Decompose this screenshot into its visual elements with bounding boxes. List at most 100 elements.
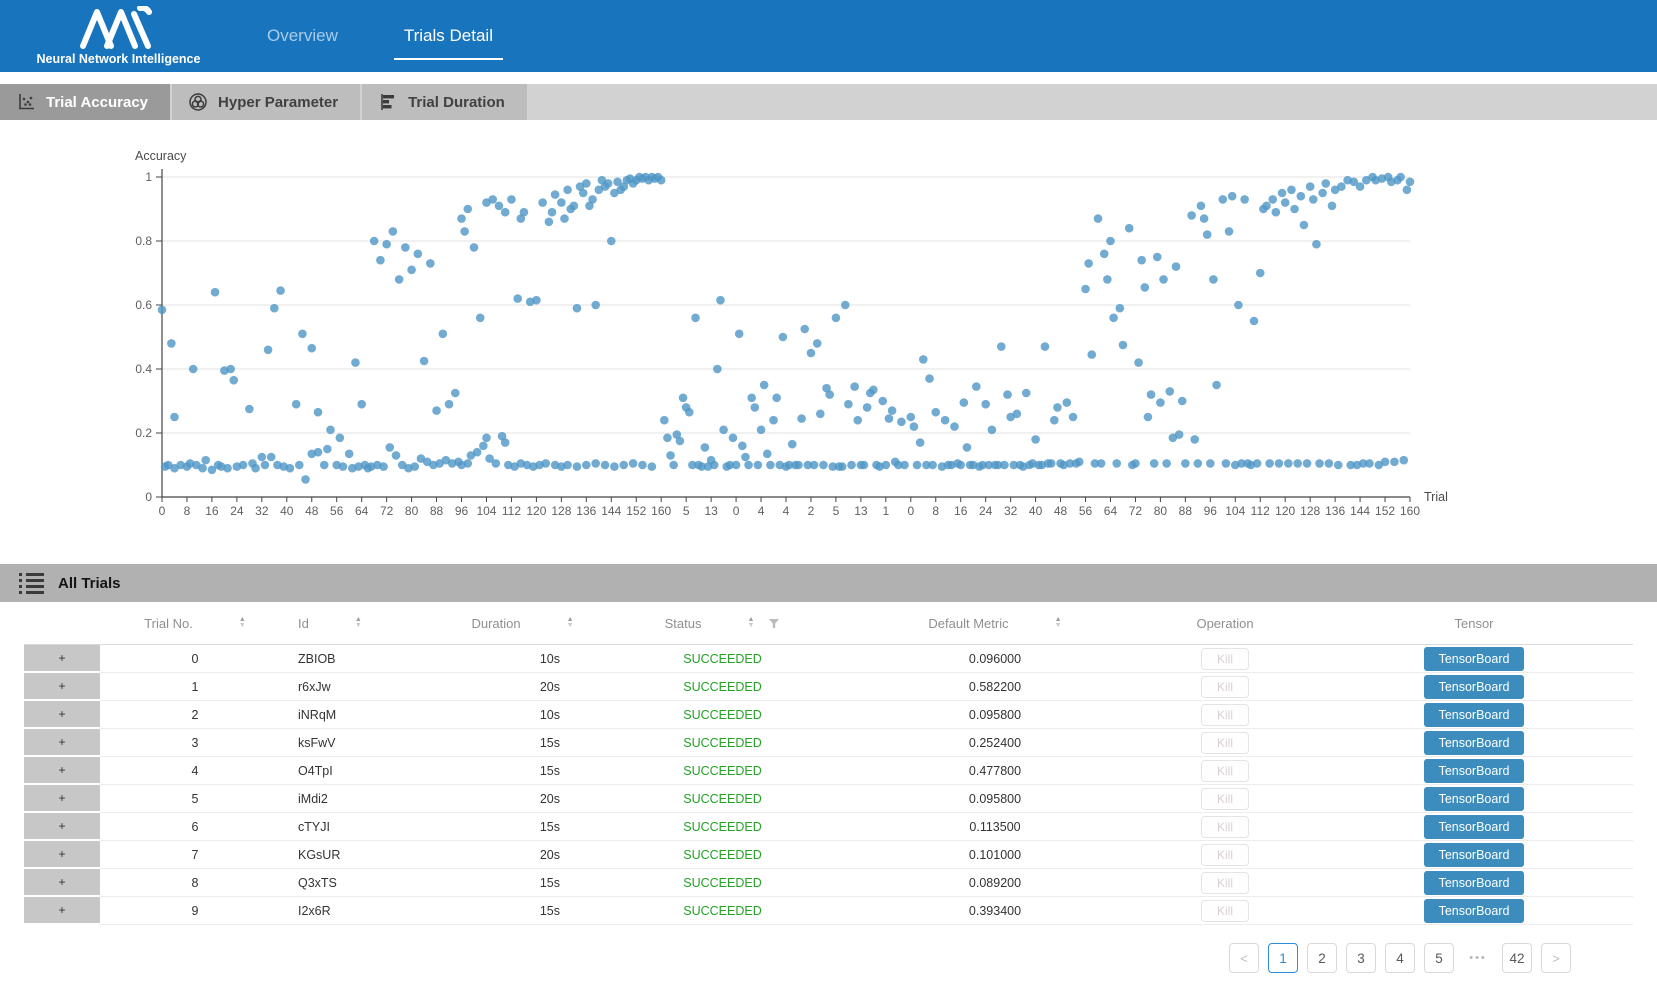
cell-default-metric: 0.252400	[855, 729, 1135, 757]
accuracy-scatter-chart[interactable]: 00.20.40.60.8108162432404856647280889610…	[0, 140, 1657, 532]
sort-id-icon[interactable]: ▲▼	[355, 617, 362, 629]
svg-text:32: 32	[255, 504, 269, 518]
expand-row-button[interactable]: +	[24, 701, 100, 729]
cell-trial-no: 3	[100, 729, 290, 757]
prev-page-button[interactable]: <	[1229, 943, 1259, 973]
svg-text:88: 88	[430, 504, 444, 518]
tab-trial-accuracy[interactable]: Trial Accuracy	[0, 84, 170, 120]
kill-button[interactable]: Kill	[1201, 760, 1249, 782]
expand-row-button[interactable]: +	[24, 813, 100, 841]
status-badge: SUCCEEDED	[590, 869, 855, 897]
svg-text:80: 80	[1154, 504, 1168, 518]
pagination-ellipsis[interactable]: •••	[1463, 943, 1493, 973]
svg-text:16: 16	[954, 504, 968, 518]
tensorboard-button[interactable]: TensorBoard	[1424, 703, 1524, 727]
cell-id: iNRqM	[290, 701, 455, 729]
next-page-button[interactable]: >	[1541, 943, 1571, 973]
kill-button[interactable]: Kill	[1201, 704, 1249, 726]
svg-text:1: 1	[145, 170, 152, 184]
trials-table: Trial No. ▲▼ Id ▲▼ Duration ▲▼ Status ▲▼…	[24, 602, 1633, 973]
sort-duration-icon[interactable]: ▲▼	[567, 617, 574, 629]
tensorboard-button[interactable]: TensorBoard	[1424, 871, 1524, 895]
status-badge: SUCCEEDED	[590, 645, 855, 673]
tensorboard-button[interactable]: TensorBoard	[1424, 647, 1524, 671]
svg-text:144: 144	[1350, 504, 1370, 518]
nav-trials-detail[interactable]: Trials Detail	[400, 20, 497, 52]
table-row: + 8 Q3xTS 15s SUCCEEDED 0.089200 Kill Te…	[24, 869, 1633, 897]
tensorboard-button[interactable]: TensorBoard	[1424, 787, 1524, 811]
cell-duration: 10s	[455, 645, 590, 673]
cell-trial-no: 0	[100, 645, 290, 673]
table-row: + 0 ZBIOB 10s SUCCEEDED 0.096000 Kill Te…	[24, 645, 1633, 673]
svg-text:5: 5	[683, 504, 690, 518]
svg-text:0: 0	[159, 504, 166, 518]
kill-button[interactable]: Kill	[1201, 648, 1249, 670]
expand-row-button[interactable]: +	[24, 785, 100, 813]
tensorboard-button[interactable]: TensorBoard	[1424, 675, 1524, 699]
page-button-5[interactable]: 5	[1424, 943, 1454, 973]
logo-caption: Neural Network Intelligence	[37, 52, 201, 66]
svg-text:40: 40	[280, 504, 294, 518]
expand-row-button[interactable]: +	[24, 869, 100, 897]
col-header-tensor: Tensor	[1454, 616, 1493, 631]
col-header-operation: Operation	[1196, 616, 1253, 631]
kill-button[interactable]: Kill	[1201, 676, 1249, 698]
filter-icon[interactable]	[768, 618, 780, 629]
svg-text:13: 13	[704, 504, 718, 518]
tensorboard-button[interactable]: TensorBoard	[1424, 731, 1524, 755]
kill-button[interactable]: Kill	[1201, 872, 1249, 894]
svg-text:48: 48	[305, 504, 319, 518]
svg-text:56: 56	[1079, 504, 1093, 518]
sort-status-icon[interactable]: ▲▼	[747, 617, 754, 629]
svg-text:2: 2	[808, 504, 815, 518]
cell-id: r6xJw	[290, 673, 455, 701]
tensorboard-button[interactable]: TensorBoard	[1424, 759, 1524, 783]
svg-text:112: 112	[502, 504, 521, 518]
cell-default-metric: 0.113500	[855, 813, 1135, 841]
cell-duration: 20s	[455, 841, 590, 869]
svg-text:40: 40	[1029, 504, 1043, 518]
kill-button[interactable]: Kill	[1201, 732, 1249, 754]
col-header-trial-no: Trial No.	[144, 616, 193, 631]
svg-text:8: 8	[184, 504, 191, 518]
expand-row-button[interactable]: +	[24, 757, 100, 785]
expand-row-button[interactable]: +	[24, 729, 100, 757]
kill-button[interactable]: Kill	[1201, 844, 1249, 866]
svg-text:104: 104	[1225, 504, 1245, 518]
nni-logo-icon	[78, 6, 160, 50]
table-row: + 5 iMdi2 20s SUCCEEDED 0.095800 Kill Te…	[24, 785, 1633, 813]
svg-text:0: 0	[733, 504, 740, 518]
svg-text:96: 96	[1204, 504, 1218, 518]
page-button-1[interactable]: 1	[1268, 943, 1298, 973]
svg-text:16: 16	[205, 504, 219, 518]
kill-button[interactable]: Kill	[1201, 788, 1249, 810]
tab-trial-duration[interactable]: Trial Duration	[362, 84, 527, 120]
cell-trial-no: 2	[100, 701, 290, 729]
expand-row-button[interactable]: +	[24, 841, 100, 869]
svg-text:8: 8	[932, 504, 939, 518]
duration-bars-icon	[378, 92, 398, 112]
app-header: Neural Network Intelligence Overview Tri…	[0, 0, 1657, 72]
cell-trial-no: 5	[100, 785, 290, 813]
kill-button[interactable]: Kill	[1201, 816, 1249, 838]
expand-row-button[interactable]: +	[24, 673, 100, 701]
expand-row-button[interactable]: +	[24, 897, 100, 925]
nni-logo: Neural Network Intelligence	[26, 6, 211, 66]
expand-row-button[interactable]: +	[24, 645, 100, 673]
cell-trial-no: 1	[100, 673, 290, 701]
svg-text:80: 80	[405, 504, 419, 518]
cell-default-metric: 0.095800	[855, 701, 1135, 729]
sort-metric-icon[interactable]: ▲▼	[1055, 617, 1062, 629]
page-button-2[interactable]: 2	[1307, 943, 1337, 973]
sort-trial-no-icon[interactable]: ▲▼	[239, 617, 246, 629]
tab-hyper-parameter[interactable]: Hyper Parameter	[172, 84, 360, 120]
tensorboard-button[interactable]: TensorBoard	[1424, 815, 1524, 839]
kill-button[interactable]: Kill	[1201, 900, 1249, 922]
page-button-4[interactable]: 4	[1385, 943, 1415, 973]
nav-overview[interactable]: Overview	[263, 20, 342, 52]
page-button-last[interactable]: 42	[1502, 943, 1532, 973]
tensorboard-button[interactable]: TensorBoard	[1424, 899, 1524, 923]
tensorboard-button[interactable]: TensorBoard	[1424, 843, 1524, 867]
svg-text:112: 112	[1251, 504, 1270, 518]
page-button-3[interactable]: 3	[1346, 943, 1376, 973]
